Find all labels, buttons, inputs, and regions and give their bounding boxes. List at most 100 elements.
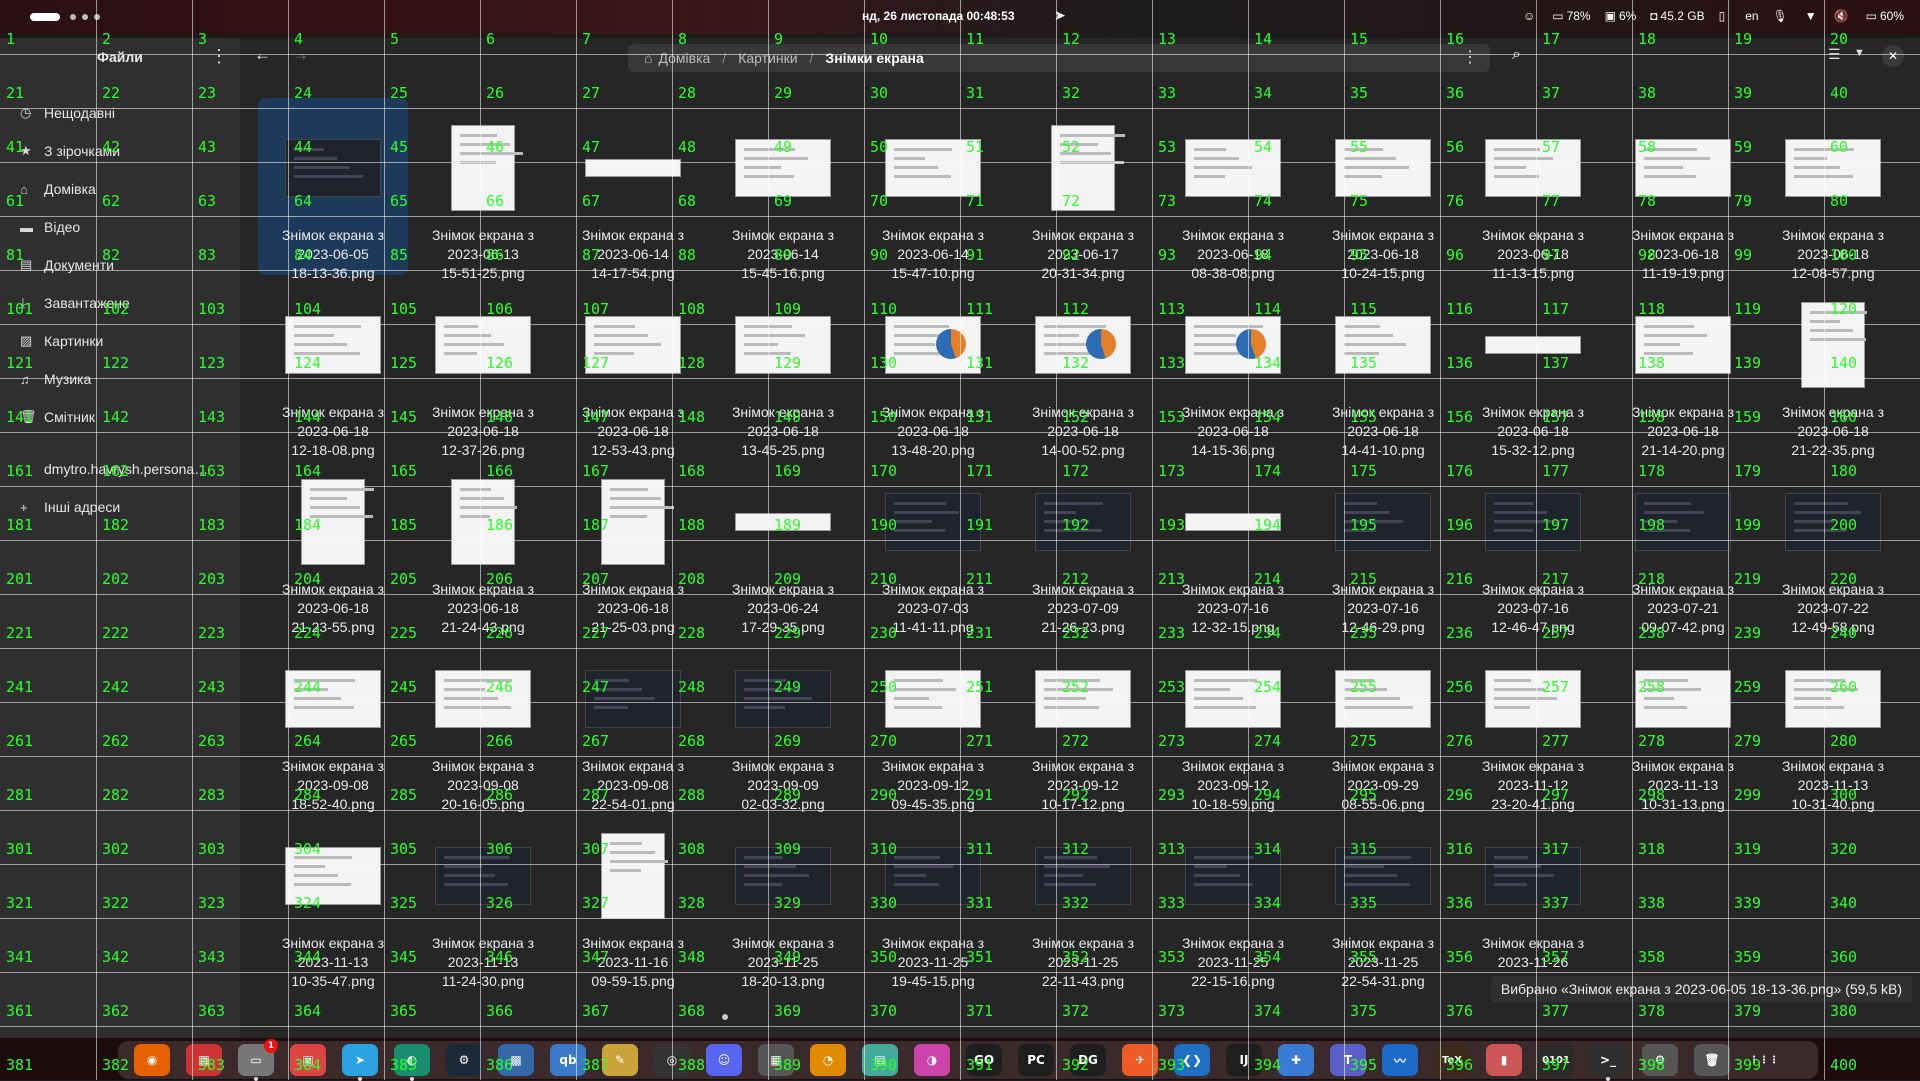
color-icon[interactable]: ◑: [914, 1044, 950, 1076]
main-menu-icon[interactable]: ⋮: [210, 46, 228, 67]
file-item[interactable]: Знімок екрана з 2023-11-25 18-20-13.png: [708, 806, 858, 989]
file-item[interactable]: Знімок екрана з 2023-06-18 08-38-08.png: [1158, 98, 1308, 281]
trash-dock-icon[interactable]: 🗑: [1694, 1044, 1730, 1076]
file-item[interactable]: Знімок екрана з 2023-06-18 21-23-55.png: [258, 452, 408, 635]
sidebar-item-network[interactable]: dmytro.havrysh.persona…: [0, 450, 240, 488]
file-item[interactable]: Знімок екрана з 2023-06-18 12-08-57.png: [1758, 98, 1908, 281]
file-item[interactable]: Знімок екрана з 2023-09-08 18-52-40.png: [258, 629, 408, 812]
telegram-tray-icon[interactable]: ➤: [1054, 7, 1066, 24]
workspace-dot[interactable]: [82, 14, 88, 20]
back-arrow-icon[interactable]: ←: [254, 45, 271, 65]
app-grid-icon[interactable]: ⋮⋮⋮: [1746, 1044, 1782, 1076]
file-item[interactable]: Знімок екрана з 2023-06-18 21-22-35.png: [1758, 275, 1908, 458]
status-keyboard-icon[interactable]: en: [1742, 9, 1758, 23]
file-item[interactable]: Знімок екрана з 2023-09-08 20-16-05.png: [408, 629, 558, 812]
teams-icon[interactable]: T: [1330, 1044, 1366, 1076]
search-icon[interactable]: ⌕: [1512, 46, 1521, 64]
file-item[interactable]: Знімок екрана з 2023-06-18 14-15-36.png: [1158, 275, 1308, 458]
steam-icon[interactable]: ⚙: [446, 1044, 482, 1076]
system-status-area[interactable]: ☺ ▭ 78% ▣ 6% ◘ 45.2 GB ▯ en 🎙 ▼ 🔇 ▭ 60%: [1523, 9, 1904, 23]
status-clipboard-icon[interactable]: ▯: [1719, 9, 1729, 23]
tex-icon[interactable]: TeX: [1434, 1044, 1470, 1076]
file-item[interactable]: Знімок екрана з 2023-07-16 12-32-15.png: [1158, 452, 1308, 635]
file-item[interactable]: Знімок екрана з 2023-06-18 13-45-25.png: [708, 275, 858, 458]
status-battery-icon[interactable]: ▭ 60%: [1866, 9, 1904, 23]
forward-arrow-icon[interactable]: →: [292, 45, 309, 65]
file-item[interactable]: Знімок екрана з 2023-06-14 14-17-54.png: [558, 98, 708, 281]
status-mute-icon[interactable]: 🔇: [1834, 9, 1852, 23]
binary-icon[interactable]: 0101: [1538, 1044, 1574, 1076]
status-battery-icon[interactable]: ▭ 78%: [1552, 9, 1590, 23]
file-item[interactable]: Знімок екрана з 2023-07-22 12-49-58.png: [1758, 452, 1908, 635]
file-item[interactable]: Знімок екрана з 2023-09-12 10-18-59.png: [1158, 629, 1308, 812]
postman-icon[interactable]: ✈: [1122, 1044, 1158, 1076]
sidebar-item-image[interactable]: ▨ Картинки: [0, 322, 240, 360]
file-item[interactable]: Знімок екрана з 2023-06-18 21-24-43.png: [408, 452, 558, 635]
discord-icon[interactable]: ☺: [706, 1044, 742, 1076]
file-item[interactable]: Знімок екрана з 2023-06-17 20-31-34.png: [1008, 98, 1158, 281]
sidebar-item-clock[interactable]: ◷ Нещодавні: [0, 94, 240, 132]
file-item[interactable]: Знімок екрана з 2023-07-16 12-46-29.png: [1308, 452, 1458, 635]
sidebar-item-trash[interactable]: 🗑 Смітник: [0, 398, 240, 436]
sidebar-item-plus[interactable]: + Інші адреси: [0, 488, 240, 526]
file-item[interactable]: Знімок екрана з 2023-11-25 22-11-43.png: [1008, 806, 1158, 989]
file-item[interactable]: Знімок екрана з 2023-06-18 10-24-15.png: [1308, 98, 1458, 281]
vscode-icon[interactable]: ❮❯: [1174, 1044, 1210, 1076]
file-item[interactable]: Знімок екрана з 2023-06-14 15-45-16.png: [708, 98, 858, 281]
clock-icon[interactable]: ◔: [810, 1044, 846, 1076]
close-icon[interactable]: ✕: [1882, 45, 1904, 67]
notes-icon[interactable]: ✎: [602, 1044, 638, 1076]
file-item[interactable]: Знімок екрана з 2023-11-25 22-54-31.png: [1308, 806, 1458, 989]
file-item[interactable]: Знімок екрана з 2023-09-09 02-03-32.png: [708, 629, 858, 812]
status-cpu-icon[interactable]: ▣ 6%: [1605, 9, 1637, 23]
file-item[interactable]: Знімок екрана з 2023-06-24 17-29-35.png: [708, 452, 858, 635]
goland-icon[interactable]: GO: [966, 1044, 1002, 1076]
file-item[interactable]: Знімок екрана з 2023-07-21 09-07-42.png: [1608, 452, 1758, 635]
file-item[interactable]: Знімок екрана з 2023-11-12 23-20-41.png: [1458, 629, 1608, 812]
status-face-icon[interactable]: ☺: [1523, 9, 1538, 23]
calculator-icon[interactable]: ▦: [758, 1044, 794, 1076]
reader-icon[interactable]: ▤: [862, 1044, 898, 1076]
edge-icon[interactable]: ◐: [394, 1044, 430, 1081]
file-item[interactable]: Знімок екрана з 2023-11-13 10-35-47.png: [258, 806, 408, 989]
workspace-indicator[interactable]: [30, 12, 100, 22]
file-item[interactable]: Знімок екрана з 2023-06-14 15-47-10.png: [858, 98, 1008, 281]
firefox-icon[interactable]: ◉: [134, 1044, 170, 1076]
file-item[interactable]: Знімок екрана з 2023-06-18 12-18-08.png: [258, 275, 408, 458]
file-item[interactable]: Знімок екрана з 2023-09-12 10-17-12.png: [1008, 629, 1158, 812]
file-item[interactable]: Знімок екрана з 2023-06-18 21-25-03.png: [558, 452, 708, 635]
sidebar-item-document[interactable]: ▤ Документи: [0, 246, 240, 284]
chart-app-icon[interactable]: ▮: [1486, 1044, 1522, 1076]
active-workspace[interactable]: [30, 13, 60, 21]
files-icon[interactable]: ▭ 1: [238, 1039, 278, 1081]
folder-menu-icon[interactable]: ⋮: [1462, 47, 1478, 67]
workspace-dot[interactable]: [94, 14, 100, 20]
telegram-icon[interactable]: ➤: [342, 1044, 378, 1081]
path-bar[interactable]: ⌂ Домівка / Картинки / Знімки екрана ⋮: [628, 44, 1490, 72]
file-item[interactable]: Знімок екрана з 2023-09-12 09-45-35.png: [858, 629, 1008, 812]
sidebar-item-download[interactable]: ⤓ Завантажене: [0, 284, 240, 322]
file-item[interactable]: Знімок екрана з 2023-09-08 22-54-01.png: [558, 629, 708, 812]
file-item[interactable]: Знімок екрана з 2023-09-29 08-55-06.png: [1308, 629, 1458, 812]
file-item[interactable]: Знімок екрана з 2023-06-18 21-14-20.png: [1608, 275, 1758, 458]
view-list-icon[interactable]: ☰: [1828, 46, 1841, 63]
sidebar-item-home[interactable]: ⌂ Домівка: [0, 170, 240, 208]
datagrip-icon[interactable]: DG: [1070, 1044, 1106, 1076]
breadcrumb-home[interactable]: Домівка: [658, 50, 710, 66]
file-item[interactable]: Знімок екрана з 2023-06-18 12-53-43.png: [558, 275, 708, 458]
chevron-down-icon[interactable]: ▼: [1854, 47, 1865, 59]
software-icon[interactable]: ▣: [290, 1044, 326, 1076]
breadcrumb-parent[interactable]: Картинки: [738, 50, 797, 66]
workspace-dot[interactable]: [70, 14, 76, 20]
obs-icon[interactable]: ◎: [654, 1044, 690, 1076]
file-item[interactable]: Знімок екрана з2023-11-2600-29-41.png: [1458, 806, 1608, 989]
status-mic-icon[interactable]: 🎙: [1773, 9, 1791, 23]
qbittorrent-icon[interactable]: qb: [550, 1044, 586, 1076]
file-item[interactable]: Знімок екрана з 2023-06-18 11-19-19.png: [1608, 98, 1758, 281]
file-item[interactable]: Знімок екрана з 2023-06-18 14-41-10.png: [1308, 275, 1458, 458]
extensions-icon[interactable]: ✚: [1278, 1044, 1314, 1076]
file-item[interactable]: Знімок екрана з 2023-11-13 10-31-13.png: [1608, 629, 1758, 812]
status-disk-icon[interactable]: ◘ 45.2 GB: [1650, 9, 1704, 23]
file-item[interactable]: Знімок екрана з 2023-06-18 11-13-15.png: [1458, 98, 1608, 281]
sidebar-item-music[interactable]: ♫ Музика: [0, 360, 240, 398]
